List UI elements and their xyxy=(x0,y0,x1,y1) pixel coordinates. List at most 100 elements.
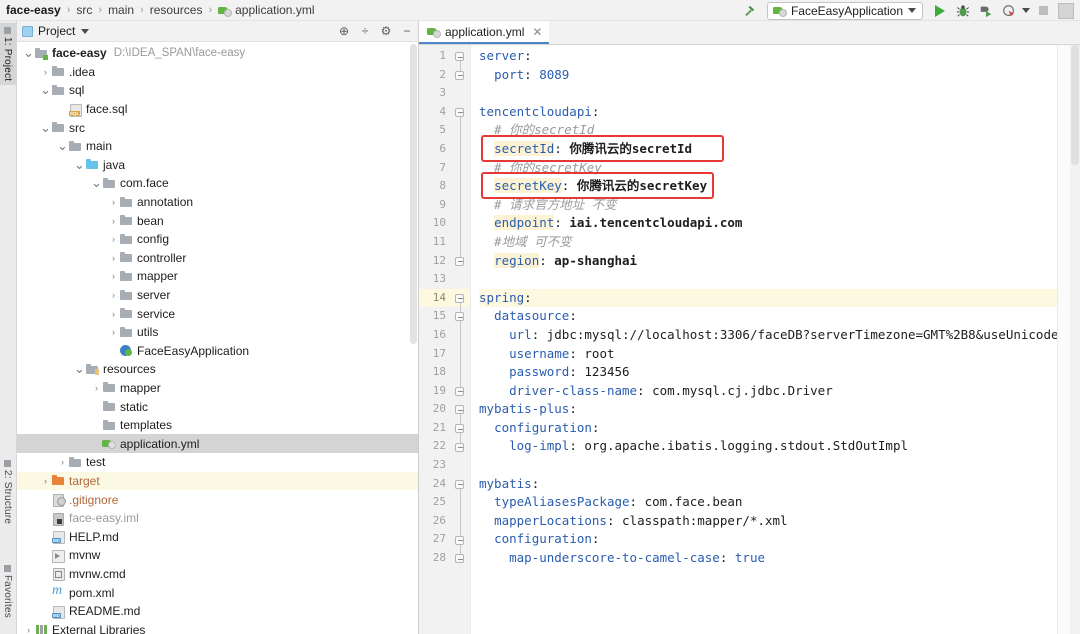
code-line[interactable]: datasource: xyxy=(479,307,1057,326)
code-fold-toggle-icon[interactable] xyxy=(454,442,465,453)
window-control-icon[interactable] xyxy=(1056,1,1076,20)
collapse-all-icon[interactable]: ÷ xyxy=(358,24,372,38)
editor-scrollbar[interactable] xyxy=(1070,45,1080,634)
tree-node-src[interactable]: ⌄ src xyxy=(17,118,418,137)
chevron-down-icon[interactable]: ⌄ xyxy=(74,157,85,173)
code-editor[interactable]: 1 2 3 4 5 6 7 8 9 10 11 12 13 14 15 16 17 18 19 20 21 22 23 24 2… xyxy=(419,45,1080,634)
tree-node-server[interactable]: › server xyxy=(17,286,418,305)
code-line[interactable]: region: ap-shanghai xyxy=(479,252,1057,271)
code-line[interactable]: log-impl: org.apache.ibatis.logging.stdo… xyxy=(479,437,1057,456)
code-line[interactable] xyxy=(479,84,1057,103)
tree-node-resources[interactable]: ⌄ resources xyxy=(17,360,418,379)
chevron-right-icon[interactable]: › xyxy=(23,625,34,634)
sidebar-item-structure[interactable]: 2: Structure xyxy=(0,456,16,528)
code-content[interactable]: server: port: 8089 tencentcloudapi: # 你的… xyxy=(471,45,1057,634)
code-fold-toggle-icon[interactable] xyxy=(454,293,465,304)
chevron-right-icon[interactable]: › xyxy=(108,234,119,244)
run-configuration-selector[interactable]: FaceEasyApplication xyxy=(766,1,923,20)
breadcrumb-item-main[interactable]: main xyxy=(108,3,134,17)
profiler-chevron-down-icon[interactable] xyxy=(1022,8,1030,13)
debug-bug-icon[interactable] xyxy=(953,1,973,20)
tree-node-static[interactable]: static xyxy=(17,397,418,416)
chevron-right-icon[interactable]: › xyxy=(108,290,119,300)
tree-node-mvnw-cmd[interactable]: mvnw.cmd xyxy=(17,565,418,584)
code-line[interactable]: configuration: xyxy=(479,530,1057,549)
tree-node-face-easy-iml[interactable]: face-easy.iml xyxy=(17,509,418,528)
code-line[interactable]: secretId: 你腾讯云的secretId xyxy=(479,140,1057,159)
code-fold-toggle-icon[interactable] xyxy=(454,423,465,434)
tree-node-external-libraries[interactable]: › External Libraries xyxy=(17,620,418,634)
code-line[interactable] xyxy=(479,270,1057,289)
chevron-right-icon[interactable]: › xyxy=(108,216,119,226)
tree-node-mapper[interactable]: › mapper xyxy=(17,267,418,286)
tree-node-gitignore[interactable]: .gitignore xyxy=(17,490,418,509)
chevron-down-icon[interactable] xyxy=(81,28,90,34)
chevron-right-icon[interactable]: › xyxy=(108,197,119,207)
code-fold-toggle-icon[interactable] xyxy=(454,70,465,81)
code-fold-toggle-icon[interactable] xyxy=(454,311,465,322)
code-line[interactable]: password: 123456 xyxy=(479,363,1057,382)
code-line[interactable]: configuration: xyxy=(479,419,1057,438)
code-line[interactable] xyxy=(479,456,1057,475)
tree-node-java[interactable]: ⌄ java xyxy=(17,156,418,175)
tree-node-mapper[interactable]: › mapper xyxy=(17,379,418,398)
code-line[interactable]: secretKey: 你腾讯云的secretKey xyxy=(479,177,1057,196)
code-line[interactable]: # 你的secretKey xyxy=(479,159,1057,178)
stop-square-icon[interactable] xyxy=(1033,1,1053,20)
tree-node-main[interactable]: ⌄ main xyxy=(17,137,418,156)
chevron-right-icon[interactable]: › xyxy=(57,457,68,467)
breadcrumb-item-src[interactable]: src xyxy=(76,3,92,17)
error-stripe[interactable] xyxy=(1057,45,1070,634)
code-line[interactable]: mybatis: xyxy=(479,475,1057,494)
tree-node-test[interactable]: › test xyxy=(17,453,418,472)
project-tree[interactable]: ⌄ face-easy D:\IDEA_SPAN\face-easy › .idea ⌄ s… xyxy=(17,42,418,634)
editor-gutter[interactable]: 1 2 3 4 5 6 7 8 9 10 11 12 13 14 15 16 17 18 19 20 21 22 23 24 2… xyxy=(419,45,471,634)
tree-node-bean[interactable]: › bean xyxy=(17,211,418,230)
hide-panel-icon[interactable]: − xyxy=(400,24,414,38)
breadcrumb-item-file[interactable]: application.yml xyxy=(218,3,314,17)
tree-node-utils[interactable]: › utils xyxy=(17,323,418,342)
tree-node-help-md[interactable]: HELP.md xyxy=(17,527,418,546)
tree-node-target[interactable]: › target xyxy=(17,471,418,491)
code-fold-toggle-icon[interactable] xyxy=(454,404,465,415)
hammer-build-icon[interactable] xyxy=(740,1,760,20)
code-line[interactable]: port: 8089 xyxy=(479,66,1057,85)
code-fold-toggle-icon[interactable] xyxy=(454,386,465,397)
code-line[interactable]: typeAliasesPackage: com.face.bean xyxy=(479,493,1057,512)
project-scrollbar[interactable] xyxy=(410,44,417,344)
chevron-down-icon[interactable]: ⌄ xyxy=(23,45,34,61)
tree-node-sql[interactable]: ⌄ sql xyxy=(17,81,418,100)
chevron-right-icon[interactable]: › xyxy=(40,476,51,486)
scroll-from-source-icon[interactable]: ⊕ xyxy=(337,24,351,38)
code-line[interactable]: # 你的secretId xyxy=(479,121,1057,140)
code-line[interactable]: mapperLocations: classpath:mapper/*.xml xyxy=(479,512,1057,531)
chevron-right-icon[interactable]: › xyxy=(108,253,119,263)
chevron-right-icon[interactable]: › xyxy=(91,383,102,393)
tab-application-yml[interactable]: application.yml ✕ xyxy=(419,21,550,44)
code-fold-toggle-icon[interactable] xyxy=(454,479,465,490)
tree-node-controller[interactable]: › controller xyxy=(17,249,418,268)
code-line[interactable]: driver-class-name: com.mysql.cj.jdbc.Dri… xyxy=(479,382,1057,401)
code-line[interactable]: # 请求官方地址 不变 xyxy=(479,196,1057,215)
sidebar-item-project[interactable]: 1: Project xyxy=(0,23,16,86)
close-icon[interactable]: ✕ xyxy=(532,25,542,39)
scrollbar-thumb[interactable] xyxy=(1071,45,1079,165)
chevron-down-icon[interactable]: ⌄ xyxy=(74,361,85,377)
code-fold-toggle-icon[interactable] xyxy=(454,535,465,546)
chevron-right-icon[interactable]: › xyxy=(40,67,51,77)
run-play-icon[interactable] xyxy=(930,1,950,20)
chevron-right-icon[interactable]: › xyxy=(108,309,119,319)
tree-node-com-face[interactable]: ⌄ com.face xyxy=(17,174,418,193)
chevron-right-icon[interactable]: › xyxy=(108,327,119,337)
code-fold-toggle-icon[interactable] xyxy=(454,107,465,118)
code-line[interactable]: endpoint: iai.tencentcloudapi.com xyxy=(479,214,1057,233)
sidebar-item-favorites[interactable]: Favorites xyxy=(0,561,16,622)
code-line[interactable]: #地域 可不变 xyxy=(479,233,1057,252)
code-fold-toggle-icon[interactable] xyxy=(454,256,465,267)
code-line[interactable]: url: jdbc:mysql://localhost:3306/faceDB?… xyxy=(479,326,1057,345)
tree-node-application-yml[interactable]: application.yml xyxy=(17,434,418,454)
tree-node-faceeasyapplication[interactable]: FaceEasyApplication xyxy=(17,342,418,361)
code-line[interactable]: server: xyxy=(479,47,1057,66)
code-line[interactable]: username: root xyxy=(479,345,1057,364)
breadcrumb-item-resources[interactable]: resources xyxy=(150,3,203,17)
